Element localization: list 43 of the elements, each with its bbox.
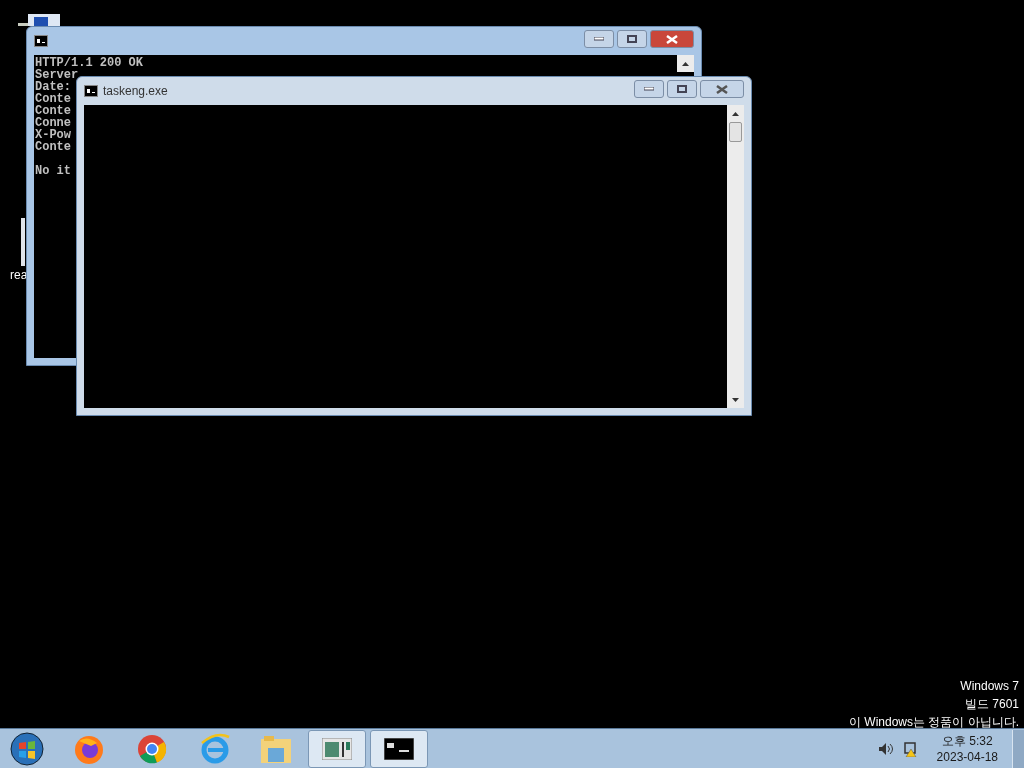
console-line: Date:: [35, 81, 71, 93]
window-thumbnail-icon: [322, 737, 352, 760]
down-arrow-icon: [732, 397, 739, 402]
scroll-up-button[interactable]: [677, 55, 694, 72]
console-icon: [384, 737, 414, 760]
console-line: Conne: [35, 117, 71, 129]
network-warning-icon[interactable]: [902, 740, 919, 757]
maximize-button[interactable]: [667, 80, 697, 98]
console-icon: [34, 35, 48, 47]
console-icon: [84, 85, 98, 97]
chrome-icon[interactable]: [136, 732, 168, 765]
scrollbar-thumb[interactable]: [729, 122, 742, 142]
close-button[interactable]: [700, 80, 744, 98]
start-button[interactable]: [10, 731, 44, 766]
scrollbar[interactable]: [727, 105, 744, 408]
maximize-icon: [627, 35, 637, 43]
clock-date: 2023-04-18: [936, 748, 998, 765]
console-line: Conte: [35, 105, 71, 117]
console-line: No it: [35, 165, 71, 177]
desktop-icon-label: rea: [10, 267, 28, 284]
window-title: taskeng.exe: [103, 83, 168, 100]
system-notice-text: Windows 7: [960, 678, 1019, 695]
speaker-icon[interactable]: [877, 741, 894, 756]
up-arrow-icon: [682, 61, 689, 66]
window-taskbar-button[interactable]: [308, 729, 366, 768]
desktop-shortcut-icon[interactable]: [18, 12, 60, 26]
maximize-icon: [677, 85, 687, 93]
up-arrow-icon: [732, 111, 739, 116]
console-taskbar-button[interactable]: [370, 729, 428, 768]
console-line: Server: [35, 69, 79, 81]
close-button[interactable]: [650, 30, 694, 48]
console-line: Conte: [35, 141, 71, 153]
clock-time: 오후 5:32: [941, 732, 993, 749]
system-notice-text: 빌드 7601: [964, 696, 1019, 713]
console-line: Conte: [35, 93, 71, 105]
console-line: HTTP/1.1 200 OK: [35, 57, 144, 69]
maximize-button[interactable]: [617, 30, 647, 48]
close-icon: [716, 84, 728, 94]
minimize-icon: [644, 87, 654, 91]
minimize-icon: [594, 37, 604, 41]
system-notice-text: 이 Windows는 정품이 아닙니다.: [849, 714, 1019, 731]
console-line: X-Pow: [35, 129, 71, 141]
close-icon: [666, 34, 678, 44]
